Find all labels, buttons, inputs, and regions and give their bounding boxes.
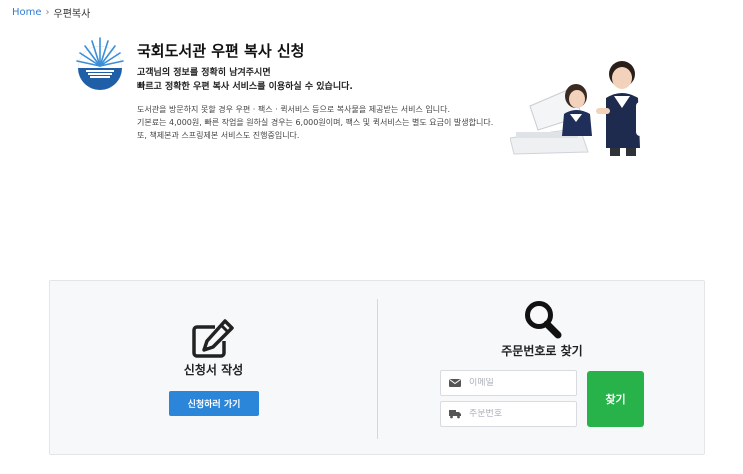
page-title: 국회도서관 우편 복사 신청 xyxy=(137,42,305,60)
hero-desc-line2: 기본료는 4,000원, 빠른 작업을 원하실 경우는 6,000원이며, 팩스… xyxy=(137,118,494,127)
order-number-field[interactable] xyxy=(440,401,577,427)
edit-icon xyxy=(192,319,234,358)
children-copier-illustration xyxy=(510,61,644,156)
email-field[interactable] xyxy=(440,370,577,396)
breadcrumb-separator: › xyxy=(45,7,50,18)
hero-desc-line3: 또, 책제본과 스프링제본 서비스도 진행중입니다. xyxy=(137,131,300,140)
hero-banner: 국회도서관 우편 복사 신청 고객님의 정보를 정확히 남겨주시면 빠르고 정확… xyxy=(72,36,672,156)
truck-icon xyxy=(449,410,461,419)
lookup-section: 주문번호로 찾기 찾기 xyxy=(378,281,706,456)
breadcrumb: Home › 우편복사 xyxy=(12,5,90,20)
apply-title: 신청서 작성 xyxy=(183,363,244,377)
hero-subtitle: 고객님의 정보를 정확히 남겨주시면 빠르고 정확한 우편 복사 서비스를 이용… xyxy=(137,66,353,94)
hero-desc-line1: 도서관을 방문하지 못할 경우 우편 · 팩스 · 퀵서비스 등으로 복사물을 … xyxy=(137,105,451,114)
breadcrumb-current: 우편복사 xyxy=(53,9,91,20)
apply-section: 신청서 작성 신청하러 가기 xyxy=(50,281,377,456)
library-logo xyxy=(76,37,124,90)
search-icon xyxy=(525,301,562,339)
hero-description: 도서관을 방문하지 못할 경우 우편 · 팩스 · 퀵서비스 등으로 복사물을 … xyxy=(137,103,493,142)
apply-button[interactable]: 신청하러 가기 xyxy=(169,391,259,416)
breadcrumb-home-link[interactable]: Home xyxy=(12,7,42,18)
email-input[interactable] xyxy=(469,378,569,388)
copy-request-panel: 신청서 작성 신청하러 가기 주문번호로 찾기 찾기 xyxy=(49,280,705,455)
find-button[interactable]: 찾기 xyxy=(587,371,644,427)
lookup-title: 주문번호로 찾기 xyxy=(501,344,583,358)
order-number-input[interactable] xyxy=(469,409,569,419)
hero-subtitle-line2: 빠르고 정확한 우편 복사 서비스를 이용하실 수 있습니다. xyxy=(137,82,353,92)
hero-subtitle-line1: 고객님의 정보를 정확히 남겨주시면 xyxy=(137,68,271,78)
envelope-icon xyxy=(449,379,461,387)
